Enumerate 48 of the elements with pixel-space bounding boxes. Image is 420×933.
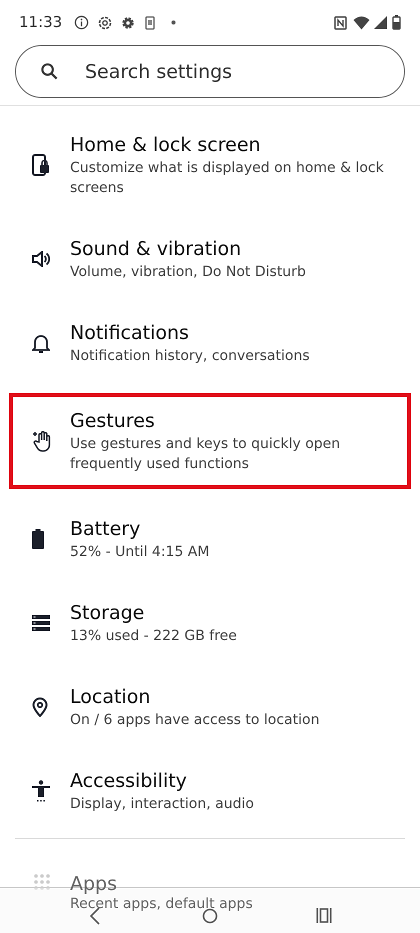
settings-icon (121, 16, 136, 30)
back-icon[interactable] (89, 906, 101, 924)
settings-item[interactable]: Sound & vibration Volume, vibration, Do Not Disturb (9, 217, 411, 301)
item-subtitle: Notification history, conversations (70, 347, 310, 366)
settings-item[interactable]: Battery 52% - Until 4:15 AM (9, 497, 411, 581)
home-icon[interactable] (202, 908, 218, 924)
settings-item[interactable]: Notifications Notification history, conversations (9, 301, 411, 385)
accessibility-icon (32, 780, 50, 802)
item-subtitle: 52% - Until 4:15 AM (70, 543, 210, 562)
item-subtitle: Volume, vibration, Do Not Disturb (70, 263, 306, 282)
location-pin-icon (32, 697, 48, 717)
phone-icon (145, 16, 156, 30)
item-title: Accessibility (70, 769, 188, 794)
settings-item[interactable]: Accessibility Display, interaction, audio (9, 749, 411, 833)
settings-item[interactable]: Home & lock screen Customize what is displayed on home & lock screens (9, 113, 411, 217)
phone-lock-icon (32, 154, 50, 176)
item-subtitle: Display, interaction, audio (70, 795, 254, 814)
search-icon (40, 62, 59, 81)
item-title: Home & lock screen (70, 133, 262, 158)
nfc-icon (334, 16, 347, 30)
battery-icon (392, 15, 401, 30)
item-title: Sound & vibration (70, 237, 242, 262)
item-subtitle: Use gestures and keys to quickly open frequently used functions (70, 435, 342, 474)
storage-icon (32, 615, 50, 631)
speaker-icon (32, 251, 50, 267)
item-title: Apps (70, 873, 118, 896)
recents-icon[interactable] (316, 908, 332, 923)
info-icon (74, 15, 90, 30)
settings-icon (97, 14, 114, 30)
settings-item[interactable]: Gestures Use gestures and keys to quickly open frequently used functions (9, 393, 411, 489)
search-field[interactable]: Search settings (15, 45, 405, 98)
dot-icon (171, 20, 176, 25)
item-title: Gestures (70, 409, 156, 434)
bell-icon (32, 332, 50, 354)
item-subtitle: Recent apps, default apps (70, 896, 253, 912)
item-subtitle: Customize what is displayed on home & lock screens (70, 159, 385, 198)
status-time: 11:33 (19, 12, 62, 34)
item-subtitle: 13% used - 222 GB free (70, 627, 237, 646)
settings-item[interactable]: Location On / 6 apps have access to location (9, 665, 411, 749)
item-subtitle: On / 6 apps have access to location (70, 711, 320, 730)
battery-icon (32, 529, 44, 549)
settings-item[interactable]: Storage 13% used - 222 GB free (9, 581, 411, 665)
item-title: Notifications (70, 321, 190, 346)
item-title: Location (70, 685, 152, 710)
wifi-icon (353, 16, 370, 30)
item-title: Battery (70, 517, 142, 542)
item-title: Storage (70, 601, 146, 626)
signal-icon (374, 16, 387, 29)
